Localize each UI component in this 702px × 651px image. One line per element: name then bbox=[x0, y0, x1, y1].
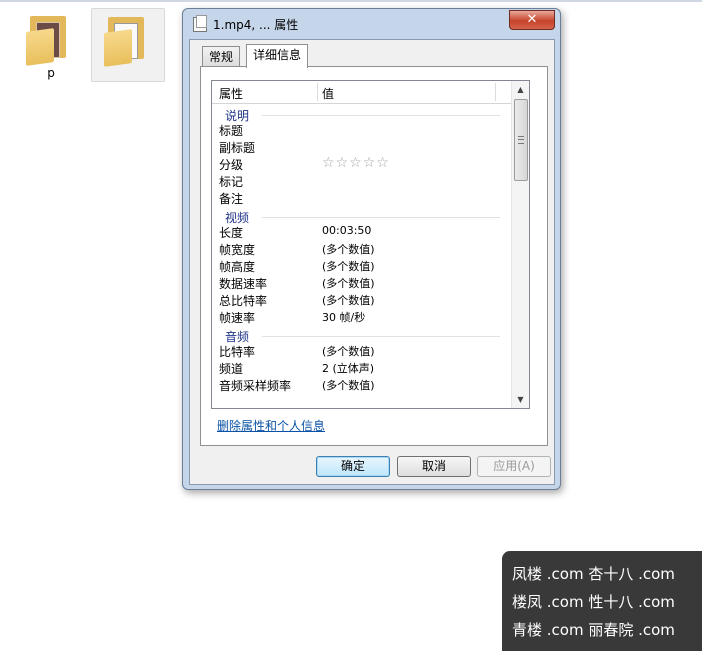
group-header: 说明 bbox=[212, 104, 512, 123]
property-rows: 说明 标题 副标题 分级 ☆☆☆☆☆ 标记 备注 视频 长度 00:03:50 … bbox=[212, 104, 512, 393]
property-row[interactable]: 数据速率 (多个数值) bbox=[212, 274, 512, 291]
desktop-folder-v[interactable]: v bbox=[91, 8, 165, 82]
property-row[interactable]: 标记 bbox=[212, 172, 512, 189]
column-header-value[interactable]: 值 bbox=[322, 85, 334, 102]
star-icon[interactable]: ☆ bbox=[363, 155, 377, 171]
remove-properties-link[interactable]: 删除属性和个人信息 bbox=[217, 417, 325, 434]
folder-icon bbox=[14, 8, 86, 80]
property-row[interactable]: 比特率 (多个数值) bbox=[212, 342, 512, 359]
property-name: 标记 bbox=[219, 175, 244, 189]
file-icon bbox=[193, 15, 207, 32]
property-name: 音频采样频率 bbox=[219, 379, 292, 393]
property-name: 备注 bbox=[219, 192, 244, 206]
property-name: 总比特率 bbox=[219, 294, 268, 308]
property-row[interactable]: 频道 2 (立体声) bbox=[212, 359, 512, 376]
property-value: 2 (立体声) bbox=[322, 362, 375, 375]
property-value: (多个数值) bbox=[322, 243, 375, 256]
star-icon[interactable]: ☆ bbox=[376, 155, 390, 171]
property-name: 数据速率 bbox=[219, 277, 268, 291]
property-name: 帧速率 bbox=[219, 311, 256, 325]
property-row[interactable]: 帧高度 (多个数值) bbox=[212, 257, 512, 274]
tab-details[interactable]: 详细信息 bbox=[246, 44, 309, 68]
watermark-line: 青楼 .com 丽春院 .com bbox=[512, 621, 675, 639]
property-name: 帧宽度 bbox=[219, 243, 256, 257]
close-button[interactable]: ✕ bbox=[509, 10, 555, 30]
dialog-title: 1.mp4, ... 属性 bbox=[213, 18, 299, 32]
scroll-up-arrow-icon[interactable]: ▲ bbox=[512, 81, 529, 98]
property-row[interactable]: 帧速率 30 帧/秒 bbox=[212, 308, 512, 325]
watermark-overlay: 凤楼 .com 杏十八 .com 楼凤 .com 性十八 .com 青楼 .co… bbox=[502, 551, 702, 651]
property-row[interactable]: 音频采样频率 (多个数值) bbox=[212, 376, 512, 393]
desktop-folder-p[interactable]: p bbox=[14, 8, 88, 80]
property-name: 长度 bbox=[219, 226, 244, 240]
apply-button[interactable]: 应用(A) bbox=[477, 456, 551, 477]
property-value: (多个数值) bbox=[322, 260, 375, 273]
property-value: (多个数值) bbox=[322, 277, 375, 290]
property-name: 帧高度 bbox=[219, 260, 256, 274]
folder-icon bbox=[91, 8, 165, 82]
list-header: 属性 值 bbox=[212, 81, 512, 104]
property-row[interactable]: 副标题 bbox=[212, 138, 512, 155]
ok-button[interactable]: 确定 bbox=[316, 456, 390, 477]
grip-icon bbox=[518, 136, 524, 144]
details-panel: 属性 值 说明 标题 副标题 分级 ☆☆☆☆☆ 标记 备注 视频 长度 00:0… bbox=[200, 66, 548, 446]
property-list[interactable]: 属性 值 说明 标题 副标题 分级 ☆☆☆☆☆ 标记 备注 视频 长度 00:0… bbox=[211, 80, 530, 409]
group-header: 音频 bbox=[212, 325, 512, 344]
dialog-body: 常规 详细信息 属性 值 说明 标题 副标题 分级 ☆☆☆☆☆ 标记 备注 视频… bbox=[189, 39, 555, 485]
vertical-scrollbar[interactable]: ▲ ▼ bbox=[511, 81, 529, 408]
property-value: 30 帧/秒 bbox=[322, 311, 366, 324]
property-value: 00:03:50 bbox=[322, 224, 372, 237]
star-icon[interactable]: ☆ bbox=[322, 155, 336, 171]
star-icon[interactable]: ☆ bbox=[349, 155, 363, 171]
properties-dialog: 1.mp4, ... 属性 ✕ 常规 详细信息 属性 值 说明 标题 副标题 分… bbox=[182, 8, 561, 490]
property-value: (多个数值) bbox=[322, 379, 375, 392]
watermark-line: 楼凤 .com 性十八 .com bbox=[512, 593, 675, 611]
scroll-thumb[interactable] bbox=[514, 99, 528, 181]
property-value: (多个数值) bbox=[322, 345, 375, 358]
rating-stars[interactable]: ☆☆☆☆☆ bbox=[322, 155, 390, 171]
scroll-down-arrow-icon[interactable]: ▼ bbox=[512, 391, 529, 408]
property-row[interactable]: 标题 bbox=[212, 121, 512, 138]
property-name: 比特率 bbox=[219, 345, 256, 359]
tab-general[interactable]: 常规 bbox=[202, 46, 241, 67]
property-row[interactable]: 总比特率 (多个数值) bbox=[212, 291, 512, 308]
column-header-property[interactable]: 属性 bbox=[219, 85, 243, 102]
title-bar[interactable]: 1.mp4, ... 属性 ✕ bbox=[183, 9, 560, 39]
property-row[interactable]: 长度 00:03:50 bbox=[212, 223, 512, 240]
property-name: 频道 bbox=[219, 362, 244, 376]
watermark-line: 凤楼 .com 杏十八 .com bbox=[512, 565, 675, 583]
star-icon[interactable]: ☆ bbox=[336, 155, 350, 171]
property-value: (多个数值) bbox=[322, 294, 375, 307]
group-header: 视频 bbox=[212, 206, 512, 225]
property-row[interactable]: 分级 ☆☆☆☆☆ bbox=[212, 155, 512, 172]
property-name: 分级 bbox=[219, 158, 244, 172]
window-top-edge bbox=[0, 0, 702, 2]
property-name: 标题 bbox=[219, 124, 244, 138]
property-row[interactable]: 帧宽度 (多个数值) bbox=[212, 240, 512, 257]
property-name: 副标题 bbox=[219, 141, 256, 155]
property-row[interactable]: 备注 bbox=[212, 189, 512, 206]
cancel-button[interactable]: 取消 bbox=[397, 456, 471, 477]
